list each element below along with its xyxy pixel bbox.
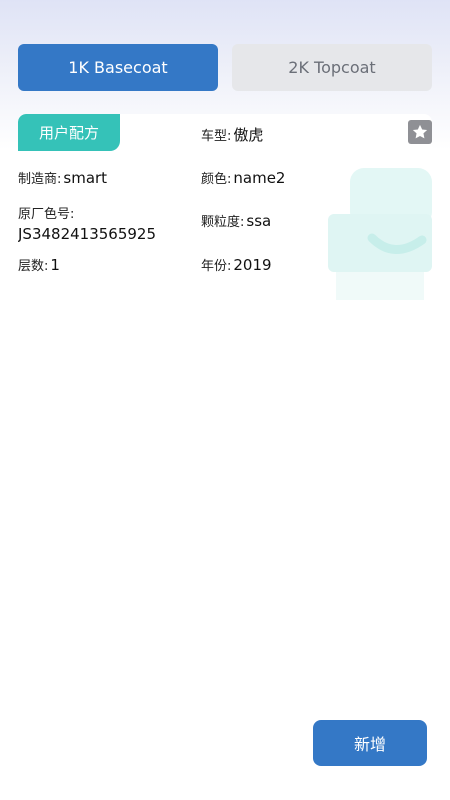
car-illustration-icon xyxy=(328,168,432,300)
star-icon xyxy=(412,124,428,139)
grain-label: 颗粒度: xyxy=(201,215,245,230)
tab-1k-basecoat[interactable]: 1K Basecoat xyxy=(18,44,218,91)
car-type-value: 傲虎 xyxy=(233,126,264,144)
color-label: 颜色: xyxy=(201,172,232,187)
maker-field: 制造商: smart xyxy=(18,168,107,187)
maker-value: smart xyxy=(63,169,108,187)
add-button-label: 新增 xyxy=(353,735,386,754)
oem-code-field: 原厂色号: JS3482413565925 xyxy=(18,203,156,243)
favorite-button[interactable] xyxy=(408,120,432,144)
year-field: 年份: 2019 xyxy=(201,255,272,274)
grain-value: ssa xyxy=(246,212,272,230)
color-value: name2 xyxy=(233,169,286,187)
grain-field: 颗粒度: ssa xyxy=(201,211,271,230)
layers-value: 1 xyxy=(50,256,60,274)
year-value: 2019 xyxy=(233,256,272,274)
year-label: 年份: xyxy=(201,259,232,274)
layers-field: 层数: 1 xyxy=(18,255,60,274)
car-type-label: 车型: xyxy=(201,129,232,144)
oem-code-value: JS3482413565925 xyxy=(18,225,157,243)
car-type-field: 车型: 傲虎 xyxy=(201,124,263,145)
formula-card[interactable]: 用户配方 车型: 傲虎 制造商: smart 颜色: name2 原厂色号: J… xyxy=(18,114,432,300)
tab-1k-basecoat-label: 1K Basecoat xyxy=(68,58,168,77)
layers-label: 层数: xyxy=(18,259,49,274)
maker-label: 制造商: xyxy=(18,172,62,187)
tab-2k-topcoat[interactable]: 2K Topcoat xyxy=(232,44,432,91)
user-formula-badge: 用户配方 xyxy=(18,114,120,151)
oem-code-label: 原厂色号: xyxy=(18,207,75,222)
color-field: 颜色: name2 xyxy=(201,168,285,187)
add-button[interactable]: 新增 xyxy=(313,720,427,766)
tab-2k-topcoat-label: 2K Topcoat xyxy=(288,58,376,77)
